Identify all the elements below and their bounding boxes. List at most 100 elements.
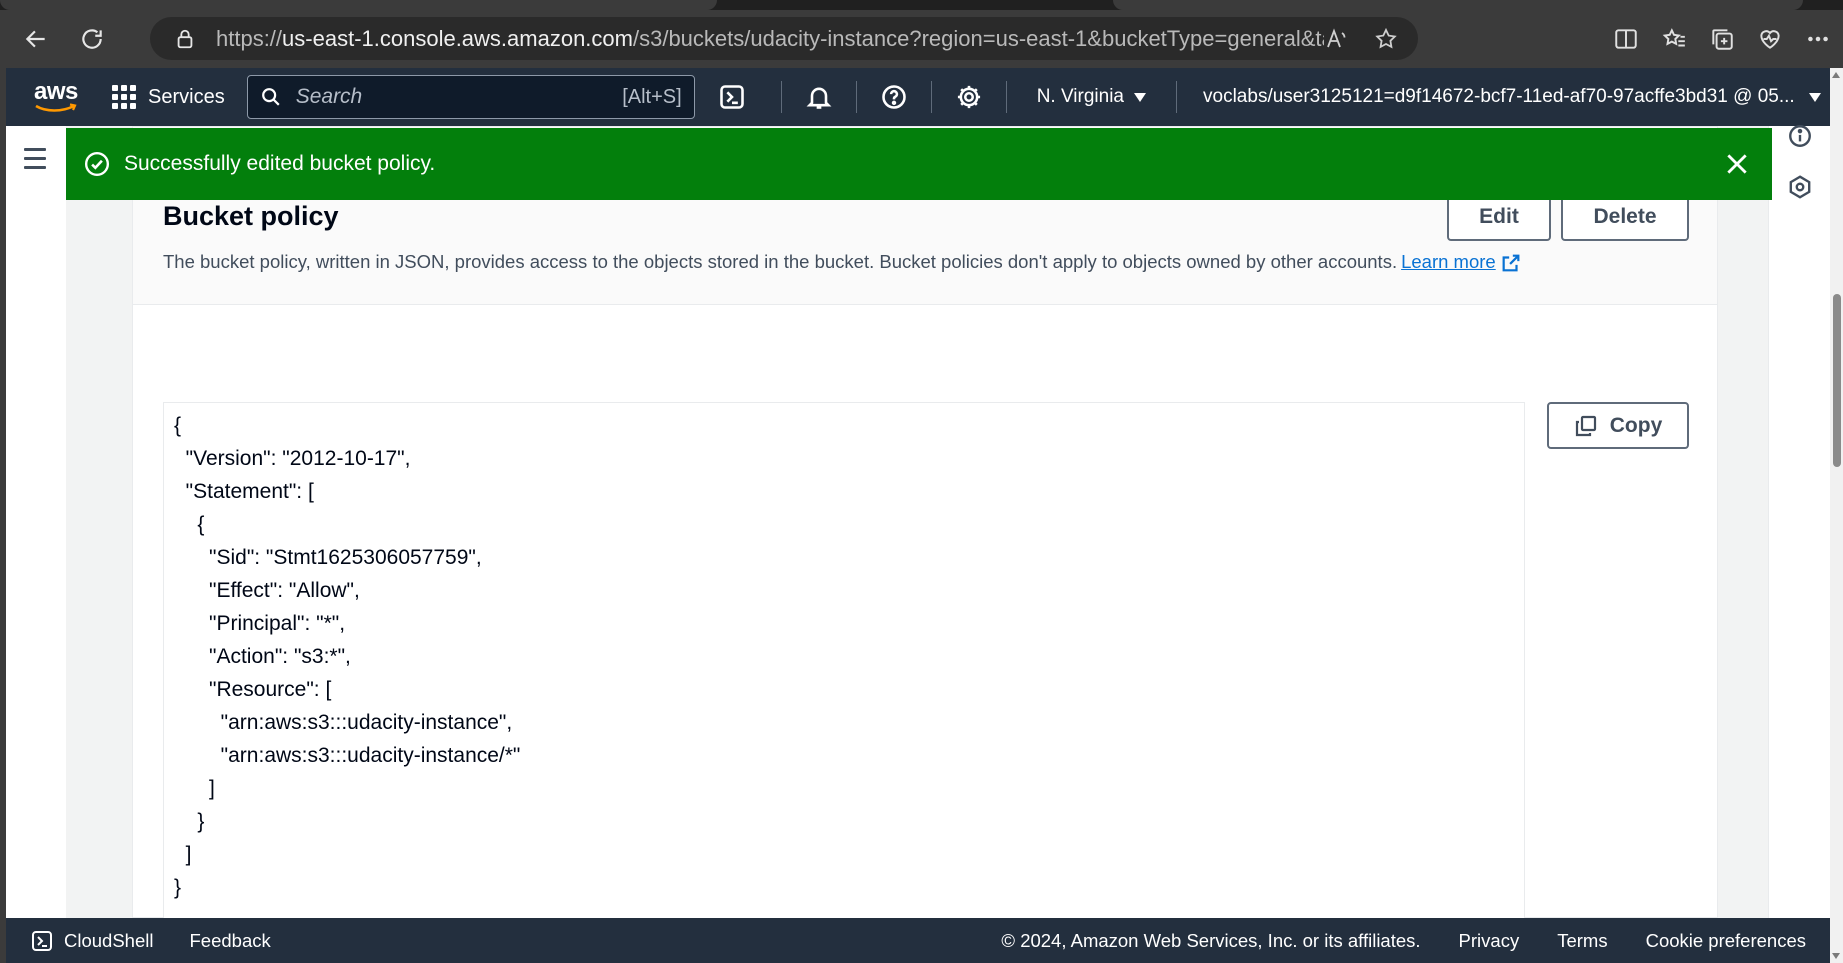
flash-message: Successfully edited bucket policy. bbox=[124, 152, 436, 175]
nav-divider bbox=[1005, 81, 1007, 113]
delete-button[interactable]: Delete bbox=[1561, 193, 1689, 241]
collections-icon[interactable] bbox=[1709, 26, 1735, 52]
copy-icon bbox=[1575, 415, 1596, 436]
hexagon-icon bbox=[1789, 175, 1811, 199]
policy-code-line: { bbox=[174, 414, 182, 437]
region-selector[interactable]: N. Virginia bbox=[1019, 86, 1164, 108]
settings-button[interactable] bbox=[944, 68, 994, 126]
policy-code-line: } bbox=[174, 876, 182, 899]
cloudshell-nav-button[interactable] bbox=[695, 68, 769, 126]
nav-divider bbox=[930, 81, 932, 113]
policy-code-line: "Resource": [ bbox=[174, 678, 332, 701]
cloudshell-button[interactable]: CloudShell bbox=[6, 929, 153, 953]
browser-health-icon[interactable] bbox=[1757, 26, 1783, 52]
browser-tab[interactable] bbox=[1113, 0, 1803, 10]
terms-link[interactable]: Terms bbox=[1557, 930, 1607, 952]
terminal-icon bbox=[719, 85, 744, 109]
nav-divider bbox=[780, 81, 782, 113]
policy-code-line: "arn:aws:s3:::udacity-instance", bbox=[174, 711, 513, 734]
search-icon bbox=[261, 88, 280, 106]
edit-button[interactable]: Edit bbox=[1447, 193, 1551, 241]
search-input[interactable]: Search [Alt+S] bbox=[246, 75, 695, 119]
more-options-icon[interactable] bbox=[1805, 26, 1831, 52]
browser-tab-strip bbox=[0, 0, 1843, 10]
policy-code-line: "Sid": "Stmt1625306057759", bbox=[174, 546, 482, 569]
success-check-icon bbox=[84, 151, 110, 177]
back-button[interactable] bbox=[14, 17, 58, 61]
help-icon bbox=[881, 85, 906, 109]
address-bar[interactable]: https://us-east-1.console.aws.amazon.com… bbox=[150, 17, 1418, 60]
page-scrollbar[interactable] bbox=[1830, 68, 1843, 963]
policy-code-line: { bbox=[174, 513, 205, 536]
policy-code-line: ] bbox=[174, 843, 192, 866]
policy-code-viewer: { "Version": "2012-10-17", "Statement": … bbox=[163, 402, 1525, 918]
gear-icon bbox=[957, 85, 980, 109]
section-description: The bucket policy, written in JSON, prov… bbox=[163, 251, 1522, 274]
main-content: Bucket policy The bucket policy, written… bbox=[66, 126, 1768, 918]
arrow-left-icon bbox=[25, 30, 45, 48]
aws-logo[interactable]: aws bbox=[6, 68, 106, 126]
policy-code-line: ] bbox=[174, 777, 215, 800]
copy-label: Copy bbox=[1609, 413, 1663, 437]
refresh-icon bbox=[82, 29, 102, 49]
privacy-link[interactable]: Privacy bbox=[1459, 930, 1520, 952]
scroll-down-arrow[interactable] bbox=[1832, 953, 1840, 959]
info-icon bbox=[1789, 125, 1811, 147]
policy-code-line: "Action": "s3:*", bbox=[174, 645, 351, 668]
cookie-preferences-link[interactable]: Cookie preferences bbox=[1646, 930, 1806, 952]
refresh-button[interactable] bbox=[70, 17, 114, 61]
caret-down-icon bbox=[1134, 92, 1147, 102]
favorites-icon[interactable] bbox=[1661, 26, 1687, 52]
region-label: N. Virginia bbox=[1036, 86, 1125, 107]
search-placeholder: Search bbox=[295, 85, 363, 108]
policy-json: { "Version": "2012-10-17", "Statement": … bbox=[174, 409, 520, 904]
browser-tab-active[interactable] bbox=[0, 0, 717, 10]
copy-button[interactable]: Copy bbox=[1547, 402, 1689, 449]
bucket-policy-container: Bucket policy The bucket policy, written… bbox=[132, 126, 1718, 918]
account-label: voclabs/user3125121=d9f14672-bcf7-11ed-a… bbox=[1203, 86, 1795, 107]
learn-more-link[interactable]: Learn more bbox=[1401, 251, 1496, 272]
policy-code-line: "arn:aws:s3:::udacity-instance/*" bbox=[174, 744, 521, 767]
console-page: Bucket policy The bucket policy, written… bbox=[6, 123, 1830, 918]
lock-icon bbox=[177, 29, 193, 48]
nav-divider bbox=[855, 81, 857, 113]
success-flash-banner: Successfully edited bucket policy. bbox=[66, 128, 1772, 200]
feedback-link[interactable]: Feedback bbox=[189, 930, 270, 952]
aws-smile-icon bbox=[35, 103, 77, 112]
close-icon[interactable] bbox=[1724, 151, 1750, 177]
scroll-up-arrow[interactable] bbox=[1832, 72, 1840, 78]
help-button[interactable] bbox=[869, 68, 919, 126]
policy-code-line: "Statement": [ bbox=[174, 480, 314, 503]
grid-icon bbox=[112, 85, 136, 109]
split-screen-icon[interactable] bbox=[1613, 26, 1639, 52]
terminal-icon bbox=[32, 930, 52, 951]
section-title: Bucket policy bbox=[163, 201, 339, 231]
left-rail bbox=[6, 126, 66, 918]
info-panel-button[interactable] bbox=[1787, 123, 1813, 149]
url-text[interactable]: https://us-east-1.console.aws.amazon.com… bbox=[216, 26, 1324, 52]
policy-code-line: "Effect": "Allow", bbox=[174, 579, 360, 602]
right-rail bbox=[1768, 123, 1830, 918]
hamburger-menu-icon[interactable] bbox=[24, 148, 46, 169]
nav-divider bbox=[1176, 81, 1178, 113]
search-shortcut: [Alt+S] bbox=[622, 85, 682, 108]
scrollbar-thumb[interactable] bbox=[1833, 294, 1841, 467]
read-aloud-icon[interactable] bbox=[1324, 27, 1348, 51]
services-label: Services bbox=[148, 85, 225, 108]
aws-top-nav: aws Services Search [Alt+S] N. Virginia … bbox=[6, 68, 1830, 126]
services-menu-button[interactable]: Services bbox=[106, 85, 231, 109]
bell-icon bbox=[806, 87, 832, 109]
caret-down-icon bbox=[1808, 92, 1821, 102]
console-footer: CloudShell Feedback © 2024, Amazon Web S… bbox=[6, 918, 1830, 963]
cloudshell-label: CloudShell bbox=[64, 929, 154, 951]
browser-toolbar: https://us-east-1.console.aws.amazon.com… bbox=[0, 10, 1843, 68]
star-icon[interactable] bbox=[1374, 27, 1398, 51]
external-link-icon[interactable] bbox=[1500, 252, 1522, 274]
policy-code-line: } bbox=[174, 810, 205, 833]
copyright-text: © 2024, Amazon Web Services, Inc. or its… bbox=[1001, 929, 1421, 951]
policy-code-line: "Version": "2012-10-17", bbox=[174, 447, 411, 470]
help-panel-button[interactable] bbox=[1787, 174, 1813, 200]
policy-code-line: "Principal": "*", bbox=[174, 612, 346, 635]
notifications-button[interactable] bbox=[794, 68, 844, 126]
account-menu[interactable]: voclabs/user3125121=d9f14672-bcf7-11ed-a… bbox=[1189, 86, 1821, 108]
